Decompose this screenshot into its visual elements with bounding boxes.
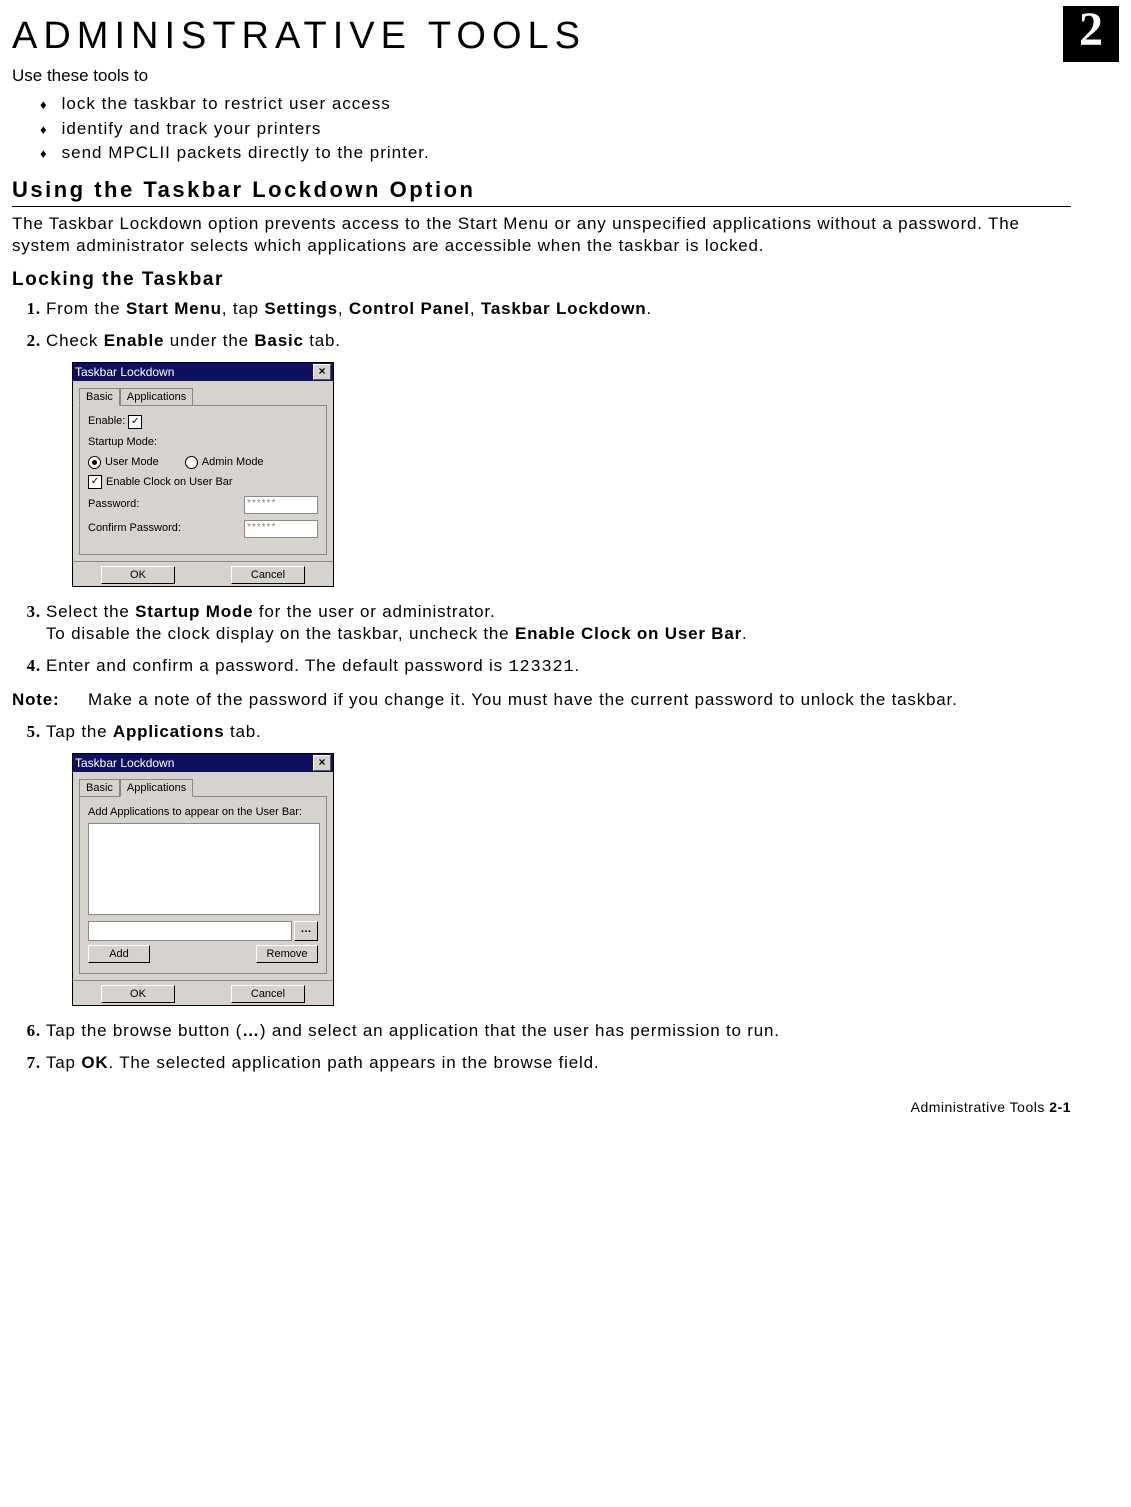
password-input[interactable]: ****** xyxy=(244,496,318,514)
confirm-password-label: Confirm Password: xyxy=(88,521,181,535)
dialog-title: Taskbar Lockdown xyxy=(75,365,313,381)
step-item: From the Start Menu, tap Settings, Contr… xyxy=(46,298,1071,320)
bullet-item: lock the taskbar to restrict user access xyxy=(40,93,1071,115)
user-mode-label: User Mode xyxy=(105,455,159,469)
path-input[interactable] xyxy=(88,921,292,941)
bullet-item: send MPCLII packets directly to the prin… xyxy=(40,142,1071,164)
dialog-applications: Taskbar Lockdown × Basic Applications Ad… xyxy=(72,753,334,1006)
subsection-heading: Locking the Taskbar xyxy=(12,268,1071,293)
user-mode-radio[interactable] xyxy=(88,456,101,469)
confirm-password-input[interactable]: ****** xyxy=(244,520,318,538)
step-item: Select the Startup Mode for the user or … xyxy=(46,601,1071,645)
intro-text: Use these tools to xyxy=(12,65,1071,87)
note-label: Note: xyxy=(12,689,88,711)
cancel-button[interactable]: Cancel xyxy=(231,985,305,1003)
tab-applications[interactable]: Applications xyxy=(120,779,193,797)
step-item: Enter and confirm a password. The defaul… xyxy=(46,655,1071,679)
clock-label: Enable Clock on User Bar xyxy=(106,475,233,489)
section-paragraph: The Taskbar Lockdown option prevents acc… xyxy=(12,213,1071,257)
admin-mode-label: Admin Mode xyxy=(202,455,264,469)
tab-applications[interactable]: Applications xyxy=(120,388,193,405)
step-item: Tap the Applications tab. xyxy=(46,721,1071,743)
clock-checkbox[interactable]: ✓ xyxy=(88,475,102,489)
startup-mode-label: Startup Mode: xyxy=(88,435,318,449)
page-title: ADMINISTRATIVE TOOLS xyxy=(12,12,1063,61)
admin-mode-radio[interactable] xyxy=(185,456,198,469)
ok-button[interactable]: OK xyxy=(101,566,175,584)
dialog-basic: Taskbar Lockdown × Basic Applications En… xyxy=(72,362,334,586)
applications-listbox[interactable] xyxy=(88,823,320,915)
remove-button[interactable]: Remove xyxy=(256,945,318,963)
bullet-item: identify and track your printers xyxy=(40,118,1071,140)
close-icon[interactable]: × xyxy=(313,364,331,380)
enable-checkbox[interactable]: ✓ xyxy=(128,415,142,429)
browse-button[interactable]: … xyxy=(294,921,318,941)
chapter-badge: 2 xyxy=(1063,6,1119,62)
cancel-button[interactable]: Cancel xyxy=(231,566,305,584)
tab-basic[interactable]: Basic xyxy=(79,779,120,796)
close-icon[interactable]: × xyxy=(313,755,331,771)
enable-label: Enable: xyxy=(88,414,125,428)
add-button[interactable]: Add xyxy=(88,945,150,963)
apps-caption: Add Applications to appear on the User B… xyxy=(88,805,318,819)
step-item: Check Enable under the Basic tab. xyxy=(46,330,1071,352)
dialog-title: Taskbar Lockdown xyxy=(75,756,313,772)
password-label: Password: xyxy=(88,497,139,511)
tab-basic[interactable]: Basic xyxy=(79,388,120,406)
step-item: Tap the browse button (…) and select an … xyxy=(46,1020,1071,1042)
page-footer: Administrative Tools 2-1 xyxy=(12,1098,1071,1116)
ok-button[interactable]: OK xyxy=(101,985,175,1003)
note-text: Make a note of the password if you chang… xyxy=(88,689,958,711)
step-item: Tap OK. The selected application path ap… xyxy=(46,1052,1071,1074)
section-heading: Using the Taskbar Lockdown Option xyxy=(12,176,1071,208)
